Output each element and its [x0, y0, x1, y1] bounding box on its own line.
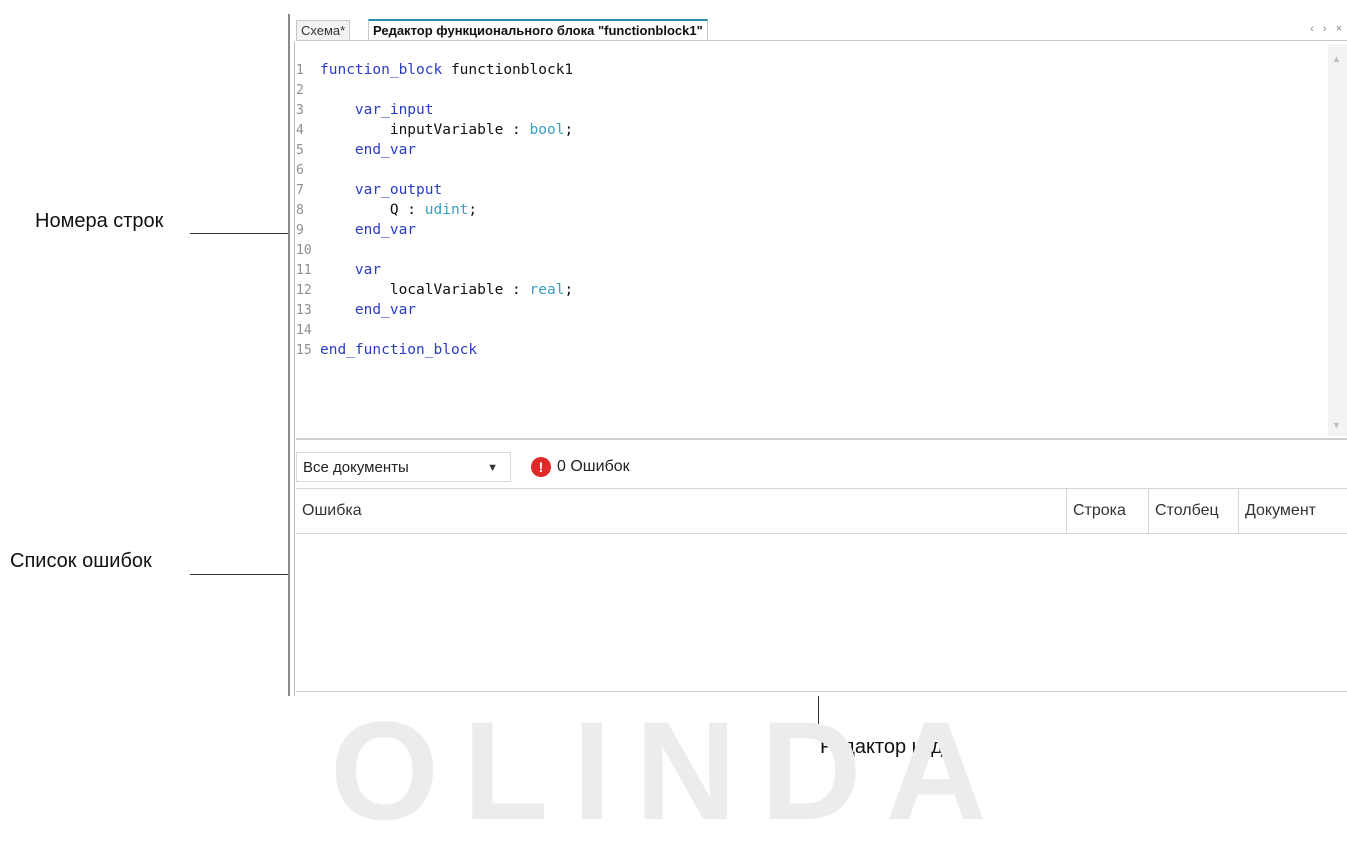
scroll-up-icon[interactable]: ▲ — [1332, 54, 1341, 64]
code-line[interactable]: 5 end_var — [296, 140, 416, 160]
code-token-text: inputVariable : — [320, 122, 530, 138]
chevron-down-icon: ▼ — [487, 462, 498, 474]
code-line[interactable]: 14 — [296, 320, 320, 340]
code-line[interactable]: 4 inputVariable : bool; — [296, 120, 573, 140]
line-number: 9 — [296, 223, 304, 238]
code-token-kw: var_input — [320, 102, 434, 118]
window-border — [288, 14, 290, 696]
line-number: 5 — [296, 143, 304, 158]
code-token-end: ; — [468, 202, 478, 218]
line-number: 14 — [296, 323, 312, 338]
code-token-kw: end_var — [320, 142, 417, 158]
panel-splitter[interactable] — [296, 438, 1347, 440]
error-count[interactable]: 0 Ошибок — [557, 457, 630, 477]
leader-error-list — [190, 574, 295, 575]
error-icon[interactable]: ! — [531, 457, 551, 477]
line-number: 13 — [296, 303, 312, 318]
code-token-type: udint — [424, 202, 469, 218]
editor-scrollbar[interactable]: ▲ ▼ — [1328, 44, 1347, 436]
column-column[interactable]: Столбец — [1148, 489, 1238, 533]
code-line[interactable]: 1 function_block functionblock1 — [296, 60, 573, 80]
code-token-kw: end_var — [320, 222, 417, 238]
code-token-type: bool — [529, 122, 565, 138]
error-list-header: Ошибка Строка Столбец Документ — [296, 489, 1347, 534]
document-filter-value: Все документы — [303, 459, 409, 476]
code-editor[interactable]: 1 function_block functionblock1 2 3 var_inp… — [296, 44, 1326, 436]
line-number: 10 — [296, 243, 312, 258]
callout-error-list: Список ошибок — [10, 550, 152, 572]
error-list-table: Ошибка Строка Столбец Документ — [296, 488, 1347, 692]
code-line[interactable]: 10 — [296, 240, 320, 260]
code-line[interactable]: 2 — [296, 80, 320, 100]
code-token-kw: var_output — [320, 182, 443, 198]
tab-nav-icons[interactable]: ‹ › × — [1310, 23, 1345, 35]
code-line[interactable]: 11 var — [296, 260, 381, 280]
code-token-kw: end_function_block — [320, 342, 478, 358]
code-token-type: real — [529, 282, 565, 298]
code-token-text: functionblock1 — [442, 62, 574, 78]
line-number: 2 — [296, 83, 304, 98]
code-token-kw: end_var — [320, 302, 417, 318]
line-number: 7 — [296, 183, 304, 198]
code-line[interactable]: 12 localVariable : real; — [296, 280, 573, 300]
line-number: 1 — [296, 63, 304, 78]
line-number: 12 — [296, 283, 312, 298]
code-line[interactable]: 13 end_var — [296, 300, 416, 320]
error-toolbar: Все документы ▼ ! 0 Ошибок — [296, 452, 1347, 486]
line-number: 15 — [296, 343, 312, 358]
scroll-down-icon[interactable]: ▼ — [1332, 420, 1341, 430]
code-line[interactable]: 8 Q : udint; — [296, 200, 477, 220]
leader-line-numbers — [190, 233, 295, 234]
window-inner-border — [294, 42, 295, 696]
code-line[interactable]: 9 end_var — [296, 220, 416, 240]
code-token-end: ; — [564, 282, 574, 298]
column-document[interactable]: Документ — [1238, 489, 1347, 533]
code-token-end: ; — [564, 122, 574, 138]
code-line[interactable]: 7 var_output — [296, 180, 442, 200]
tab-schema[interactable]: Схема* — [296, 20, 351, 40]
line-number: 6 — [296, 163, 304, 178]
line-number: 3 — [296, 103, 304, 118]
line-number: 8 — [296, 203, 304, 218]
error-list-bottom-border — [296, 691, 1347, 692]
code-line[interactable]: 15 end_function_block — [296, 340, 477, 360]
code-token-kw: function_block — [320, 62, 443, 78]
tab-function-block-editor[interactable]: Редактор функционального блока "function… — [368, 19, 708, 40]
column-error[interactable]: Ошибка — [296, 489, 1066, 533]
document-filter-select[interactable]: Все документы ▼ — [296, 452, 511, 482]
tab-strip: Схема* Редактор функционального блока "f… — [296, 18, 1347, 41]
code-line[interactable]: 3 var_input — [296, 100, 434, 120]
code-token-kw: var — [320, 262, 382, 278]
line-number: 11 — [296, 263, 312, 278]
watermark: OLINDA — [330, 692, 1011, 849]
code-line[interactable]: 6 — [296, 160, 320, 180]
code-token-text: localVariable : — [320, 282, 530, 298]
callout-line-numbers: Номера строк — [35, 210, 164, 232]
code-token-text: Q : — [320, 202, 425, 218]
column-line[interactable]: Строка — [1066, 489, 1148, 533]
ide-window: Схема* Редактор функционального блока "f… — [288, 14, 1347, 696]
line-number: 4 — [296, 123, 304, 138]
